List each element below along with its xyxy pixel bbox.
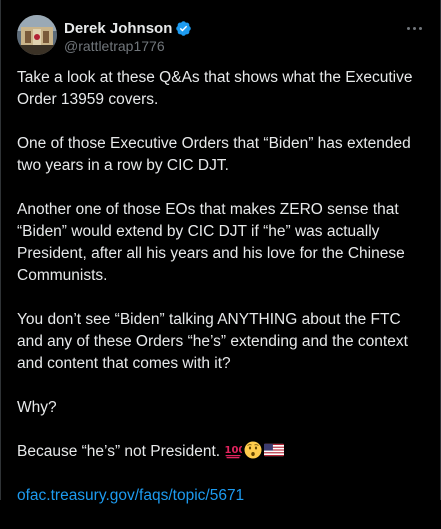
post-paragraph: You don’t see “Biden” talking ANYTHING a…	[17, 311, 408, 372]
external-link[interactable]: ofac.treasury.gov/faqs/topic/5671	[17, 487, 244, 504]
more-dot	[418, 26, 422, 30]
author-names: Derek Johnson @rattletrap1776	[64, 18, 192, 54]
avatar[interactable]	[17, 15, 57, 55]
more-options-icon[interactable]	[402, 21, 426, 35]
more-dot	[406, 26, 410, 30]
us-flag-emoji	[264, 441, 285, 459]
post-card: Derek Johnson @rattletrap1776 Take a loo…	[0, 0, 441, 504]
post-link-line: ofac.treasury.gov/faqs/topic/5671	[17, 485, 422, 507]
avatar-image	[17, 15, 57, 55]
post-closing-text: Because “he’s” not President.	[17, 443, 221, 460]
post-paragraph: Another one of those EOs that makes ZERO…	[17, 201, 405, 284]
post-header: Derek Johnson @rattletrap1776	[17, 15, 426, 59]
more-dot	[412, 26, 416, 30]
svg-text:100: 100	[225, 445, 243, 456]
display-name-row: Derek Johnson	[64, 18, 192, 38]
post-paragraph: Take a look at these Q&As that shows wha…	[17, 69, 413, 108]
post-paragraph: One of those Executive Orders that “Bide…	[17, 135, 411, 174]
hundred-points-emoji: 100	[224, 441, 246, 459]
post-paragraph: Why?	[17, 399, 57, 416]
author-handle[interactable]: @rattletrap1776	[64, 38, 192, 54]
post-text: Take a look at these Q&As that shows wha…	[17, 67, 422, 529]
hushed-face-emoji	[244, 441, 262, 459]
author-display-name[interactable]: Derek Johnson	[64, 20, 172, 37]
verified-badge-icon[interactable]	[175, 20, 192, 37]
post-closing-line: Because “he’s” not President. 100	[17, 441, 422, 463]
